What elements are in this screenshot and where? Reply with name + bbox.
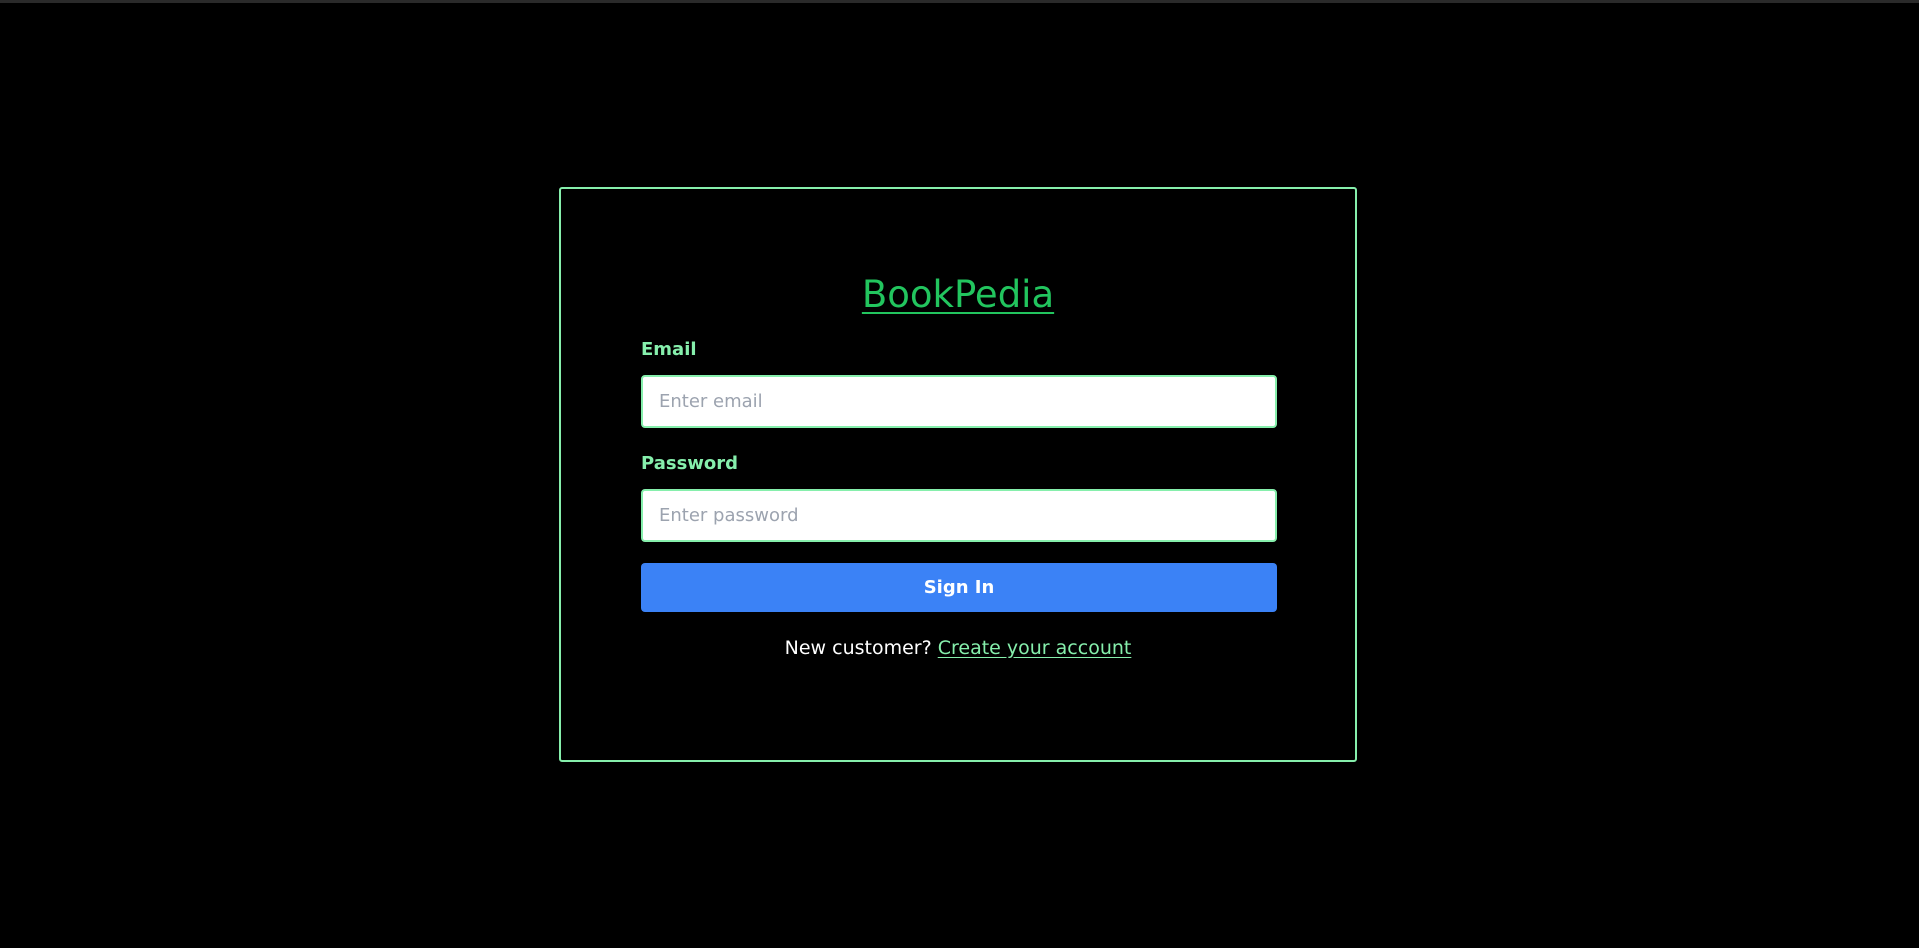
create-account-link[interactable]: Create your account [938, 637, 1132, 659]
signup-prompt-text: New customer? [784, 637, 938, 659]
password-field[interactable] [641, 489, 1277, 542]
window-top-border [0, 0, 1919, 3]
email-label: Email [641, 339, 697, 360]
signup-prompt: New customer? Create your account [561, 637, 1355, 659]
email-field[interactable] [641, 375, 1277, 428]
sign-in-button[interactable]: Sign In [641, 563, 1277, 612]
login-card: BookPedia Email Password Sign In New cus… [559, 187, 1357, 762]
password-label: Password [641, 453, 739, 474]
app-title-link[interactable]: BookPedia [561, 273, 1355, 317]
